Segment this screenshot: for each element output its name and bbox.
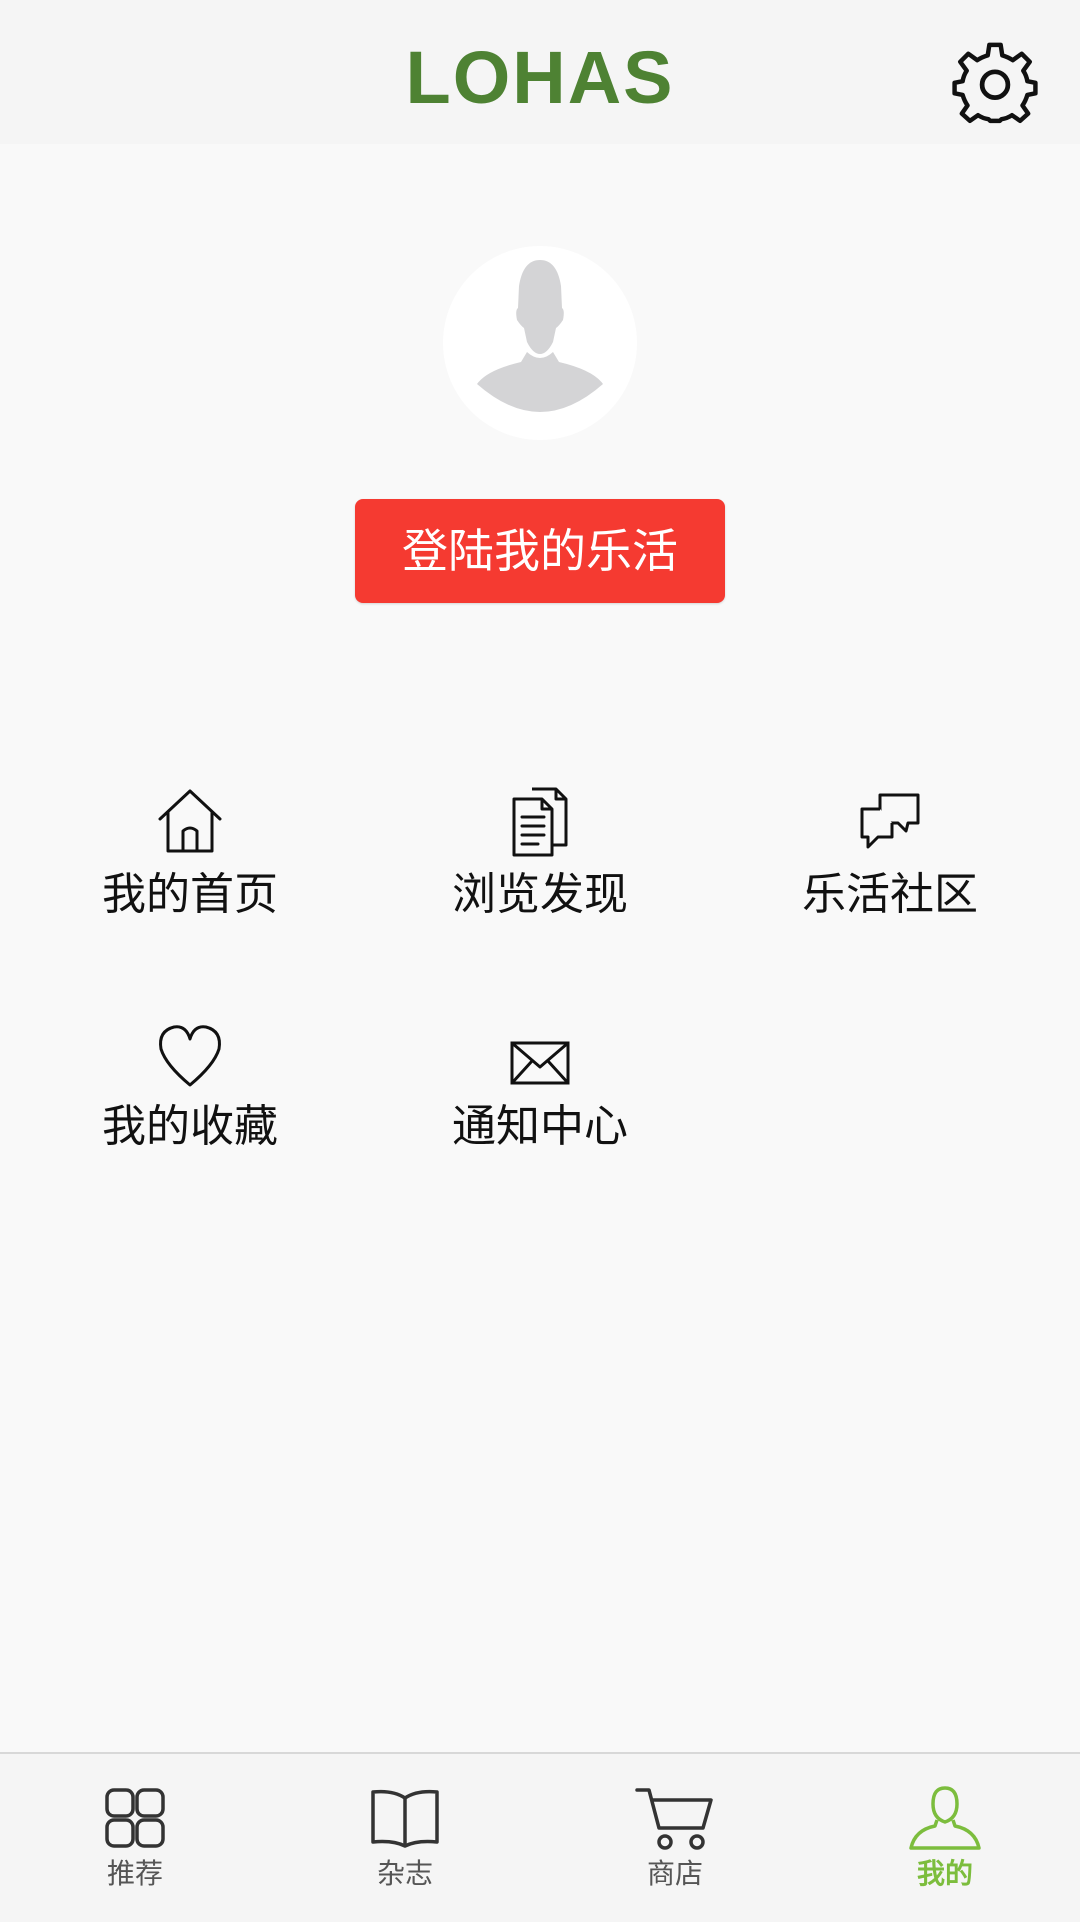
menu-item-my-homepage[interactable]: 我的首页 [60, 785, 320, 955]
tab-label: 我的 [916, 1857, 973, 1890]
menu-item-label: 浏览发现 [452, 869, 628, 920]
book-icon [371, 1789, 439, 1848]
home-icon [158, 789, 222, 853]
document-icon [512, 787, 568, 857]
grid-icon [105, 1788, 165, 1848]
tab-store[interactable]: 商店 [595, 1754, 755, 1922]
app-logo: LOHAS [405, 36, 675, 119]
mail-icon [510, 1041, 570, 1085]
menu-item-label: 我的收藏 [102, 1101, 278, 1152]
login-button[interactable]: 登陆我的乐活 [355, 499, 725, 603]
menu-item-lohas-community[interactable]: 乐活社区 [760, 785, 1020, 955]
menu-item-label: 通知中心 [452, 1101, 628, 1152]
cart-icon [635, 1788, 713, 1850]
menu-item-notification-center[interactable]: 通知中心 [410, 1017, 670, 1187]
menu-item-label: 乐活社区 [802, 869, 978, 920]
top-bar: LOHAS [0, 0, 1080, 144]
bottom-tab-bar: 推荐 杂志 商店 我的 [0, 1752, 1080, 1922]
menu-item-browse-discover[interactable]: 浏览发现 [410, 785, 670, 955]
avatar[interactable] [443, 246, 637, 440]
tab-magazine[interactable]: 杂志 [325, 1754, 485, 1922]
tab-label: 商店 [646, 1857, 703, 1890]
default-avatar-icon [477, 260, 603, 412]
heart-icon [159, 1025, 221, 1087]
tab-mine[interactable]: 我的 [865, 1754, 1025, 1922]
menu-item-my-favorites[interactable]: 我的收藏 [60, 1017, 320, 1187]
tab-recommend[interactable]: 推荐 [55, 1754, 215, 1922]
person-icon [909, 1786, 981, 1850]
tab-label: 杂志 [376, 1857, 433, 1890]
chat-icon [860, 793, 920, 849]
menu-item-label: 我的首页 [102, 869, 278, 920]
gear-icon [952, 42, 1038, 124]
tab-label: 推荐 [106, 1857, 163, 1890]
settings-button[interactable] [952, 40, 1038, 126]
